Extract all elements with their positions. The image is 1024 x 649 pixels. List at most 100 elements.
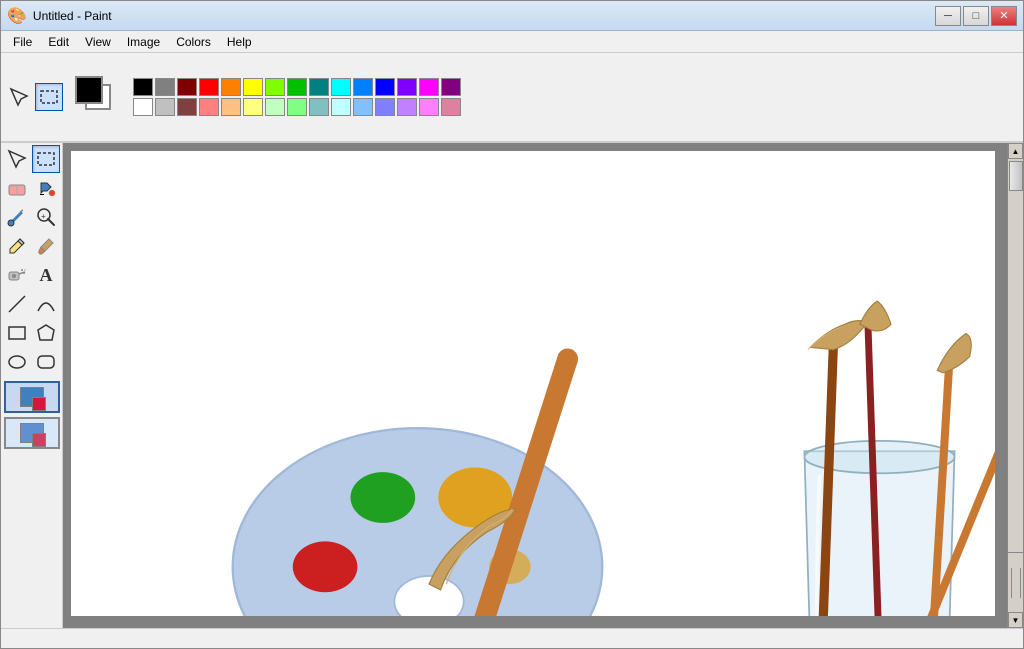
left-tools-panel: +	[1, 143, 63, 628]
color-swatch[interactable]	[287, 78, 307, 96]
tool-free-select[interactable]	[3, 145, 31, 173]
maximize-button[interactable]: □	[963, 6, 989, 26]
bottom-panel-2[interactable]	[4, 417, 60, 449]
tool-brush[interactable]	[32, 232, 60, 260]
select-rect-icon	[38, 86, 60, 108]
scrollbar-grip-area	[1008, 552, 1023, 612]
color-swatch[interactable]	[353, 98, 373, 116]
color-preview-area	[71, 72, 121, 122]
color-swatch[interactable]	[397, 98, 417, 116]
window-title: Untitled - Paint	[33, 9, 112, 23]
color-swatch[interactable]	[375, 78, 395, 96]
tool-airbrush[interactable]	[3, 261, 31, 289]
color-swatch[interactable]	[243, 78, 263, 96]
panel1-red	[32, 397, 46, 411]
tool-select-rect[interactable]	[35, 83, 63, 111]
color-swatch[interactable]	[133, 78, 153, 96]
color-swatch[interactable]	[199, 78, 219, 96]
scrollbar-down-arrow[interactable]: ▼	[1008, 612, 1023, 628]
scrollbar-grip	[1011, 568, 1021, 598]
color-swatch[interactable]	[309, 78, 329, 96]
select-free-icon	[8, 86, 30, 108]
tool-line[interactable]	[3, 290, 31, 318]
fill-icon	[35, 177, 57, 199]
color-swatch[interactable]	[221, 78, 241, 96]
color-swatch[interactable]	[155, 78, 175, 96]
color-swatch[interactable]	[133, 98, 153, 116]
bottom-color-panels	[3, 381, 60, 449]
titlebar-buttons: ─ □ ✕	[935, 6, 1017, 26]
color-swatch[interactable]	[199, 98, 219, 116]
color-swatch[interactable]	[331, 98, 351, 116]
line-icon	[6, 293, 28, 315]
canvas[interactable]	[71, 151, 995, 616]
tool-eraser[interactable]	[3, 174, 31, 202]
menu-image[interactable]: Image	[119, 33, 168, 51]
color-swatch[interactable]	[177, 78, 197, 96]
menu-edit[interactable]: Edit	[40, 33, 77, 51]
titlebar: 🎨 Untitled - Paint ─ □ ✕	[1, 1, 1023, 31]
bottom-panel-1[interactable]	[4, 381, 60, 413]
tool-polygon[interactable]	[32, 319, 60, 347]
color-swatch[interactable]	[221, 98, 241, 116]
tool-roundrect[interactable]	[32, 348, 60, 376]
tool-curve[interactable]	[32, 290, 60, 318]
toolbar	[1, 53, 1023, 143]
tool-select-free[interactable]	[5, 83, 33, 111]
tool-zoom[interactable]: +	[32, 203, 60, 231]
tool-eyedropper[interactable]	[3, 203, 31, 231]
scrollbar-thumb[interactable]	[1009, 161, 1023, 191]
app-icon: 🎨	[7, 6, 27, 26]
color-row-1	[133, 78, 461, 96]
tool-fill[interactable]	[32, 174, 60, 202]
color-swatch[interactable]	[353, 78, 373, 96]
scrollbar-up-arrow[interactable]: ▲	[1008, 143, 1023, 159]
color-row-2	[133, 98, 461, 116]
polygon-icon	[35, 322, 57, 344]
free-select-icon	[6, 148, 28, 170]
canvas-wrapper[interactable]	[63, 143, 1007, 628]
curve-icon	[35, 293, 57, 315]
vertical-scrollbar: ▲ ▼	[1007, 143, 1023, 628]
roundrect-icon	[35, 351, 57, 373]
ellipse-icon	[6, 351, 28, 373]
tool-ellipse[interactable]	[3, 348, 31, 376]
color-swatch[interactable]	[441, 78, 461, 96]
toolbar-tools	[5, 83, 63, 111]
text-tool-label: A	[40, 265, 53, 286]
color-swatch[interactable]	[397, 78, 417, 96]
tool-rect[interactable]	[3, 319, 31, 347]
color-swatch[interactable]	[265, 98, 285, 116]
titlebar-left: 🎨 Untitled - Paint	[7, 6, 112, 26]
color-swatch[interactable]	[375, 98, 395, 116]
menu-help[interactable]: Help	[219, 33, 260, 51]
color-fg-box[interactable]	[75, 76, 103, 104]
tool-rect-select[interactable]	[32, 145, 60, 173]
statusbar	[1, 628, 1023, 648]
canvas-artwork	[71, 151, 995, 616]
minimize-button[interactable]: ─	[935, 6, 961, 26]
color-palette	[133, 78, 461, 116]
pencil-icon	[6, 235, 28, 257]
color-swatch[interactable]	[265, 78, 285, 96]
tool-text[interactable]: A	[32, 261, 60, 289]
airbrush-icon	[6, 264, 28, 286]
brush-icon	[35, 235, 57, 257]
menu-colors[interactable]: Colors	[168, 33, 219, 51]
color-swatch[interactable]	[419, 78, 439, 96]
close-button[interactable]: ✕	[991, 6, 1017, 26]
color-swatch[interactable]	[243, 98, 263, 116]
tool-pencil[interactable]	[3, 232, 31, 260]
menubar: File Edit View Image Colors Help	[1, 31, 1023, 53]
scrollbar-track[interactable]	[1008, 159, 1023, 552]
color-swatch[interactable]	[331, 78, 351, 96]
color-swatch[interactable]	[287, 98, 307, 116]
color-swatch[interactable]	[177, 98, 197, 116]
menu-file[interactable]: File	[5, 33, 40, 51]
color-swatch[interactable]	[441, 98, 461, 116]
menu-view[interactable]: View	[77, 33, 119, 51]
rect-icon	[6, 322, 28, 344]
color-swatch[interactable]	[419, 98, 439, 116]
color-swatch[interactable]	[309, 98, 329, 116]
color-swatch[interactable]	[155, 98, 175, 116]
